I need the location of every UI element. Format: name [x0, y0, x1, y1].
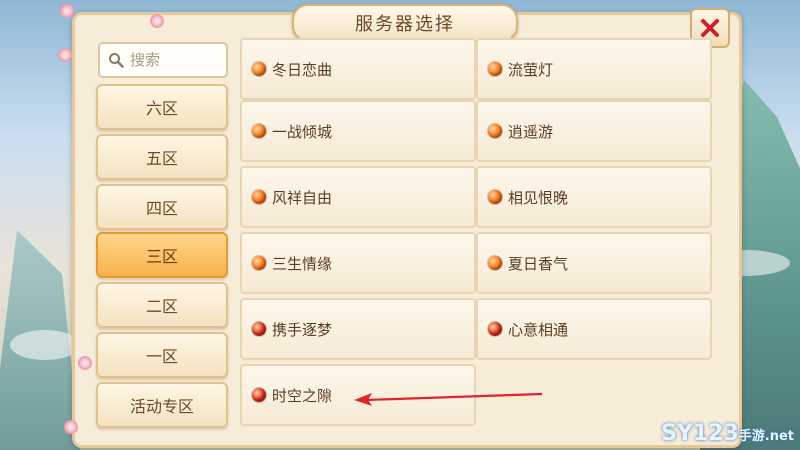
server-item[interactable]: 三生情缘 — [240, 232, 476, 294]
server-item[interactable]: 相见恨晚 — [476, 166, 712, 228]
status-dot — [252, 190, 266, 204]
annotation-arrow — [354, 392, 542, 406]
server-item[interactable]: 一战倾城 — [240, 100, 476, 162]
zone-sidebar: 六区 五区 四区 三区 二区 一区 活动专区 — [92, 42, 230, 430]
watermark-logo: SY123 — [661, 421, 739, 446]
status-dot — [488, 124, 502, 138]
server-name: 风祥自由 — [272, 188, 333, 207]
server-item[interactable]: 逍遥游 — [476, 100, 712, 162]
server-name: 一战倾城 — [272, 122, 333, 141]
flower-decoration — [150, 14, 164, 28]
background-cloud — [10, 330, 80, 360]
status-dot — [252, 124, 266, 138]
server-name: 相见恨晚 — [508, 188, 569, 207]
status-dot — [488, 190, 502, 204]
site-watermark: SY123手游.net — [661, 421, 794, 446]
flower-decoration — [58, 48, 72, 62]
server-item[interactable]: 冬日恋曲 — [240, 38, 476, 100]
server-item[interactable]: 夏日香气 — [476, 232, 712, 294]
server-name: 逍遥游 — [508, 122, 554, 141]
watermark-suffix: 手游.net — [738, 429, 794, 444]
zone-tab-5[interactable]: 五区 — [96, 134, 228, 180]
status-dot — [252, 256, 266, 270]
zone-tab-6[interactable]: 六区 — [96, 84, 228, 130]
status-dot — [252, 388, 266, 402]
zone-tab-event[interactable]: 活动专区 — [96, 382, 228, 428]
status-dot — [488, 256, 502, 270]
server-name: 冬日恋曲 — [272, 60, 333, 79]
server-list: 冬日恋曲 流萤灯 一战倾城 逍遥游 风祥自由 相见恨晚 三生情缘 夏日香气 携手… — [240, 38, 712, 428]
status-dot — [488, 322, 502, 336]
server-name: 流萤灯 — [508, 60, 554, 79]
server-item[interactable]: 携手逐梦 — [240, 298, 476, 360]
server-name: 时空之隙 — [272, 386, 333, 405]
server-item[interactable]: 流萤灯 — [476, 38, 712, 100]
dialog-title-plaque: 服务器选择 — [292, 4, 518, 42]
close-icon — [701, 19, 719, 37]
zone-tab-1[interactable]: 一区 — [96, 332, 228, 378]
zone-tab-3[interactable]: 三区 — [96, 232, 228, 278]
server-name: 心意相通 — [508, 320, 569, 339]
search-box[interactable] — [98, 42, 228, 78]
zone-tab-4[interactable]: 四区 — [96, 184, 228, 230]
flower-decoration — [60, 4, 74, 18]
status-dot — [252, 322, 266, 336]
server-name: 三生情缘 — [272, 254, 333, 273]
server-name: 夏日香气 — [508, 254, 569, 273]
server-item[interactable]: 风祥自由 — [240, 166, 476, 228]
search-input[interactable] — [128, 50, 222, 70]
search-icon — [109, 53, 124, 68]
server-item[interactable]: 心意相通 — [476, 298, 712, 360]
status-dot — [252, 62, 266, 76]
server-name: 携手逐梦 — [272, 320, 333, 339]
flower-decoration — [78, 356, 92, 370]
flower-decoration — [64, 420, 78, 434]
dialog-title: 服务器选择 — [355, 14, 455, 35]
zone-tab-2[interactable]: 二区 — [96, 282, 228, 328]
status-dot — [488, 62, 502, 76]
